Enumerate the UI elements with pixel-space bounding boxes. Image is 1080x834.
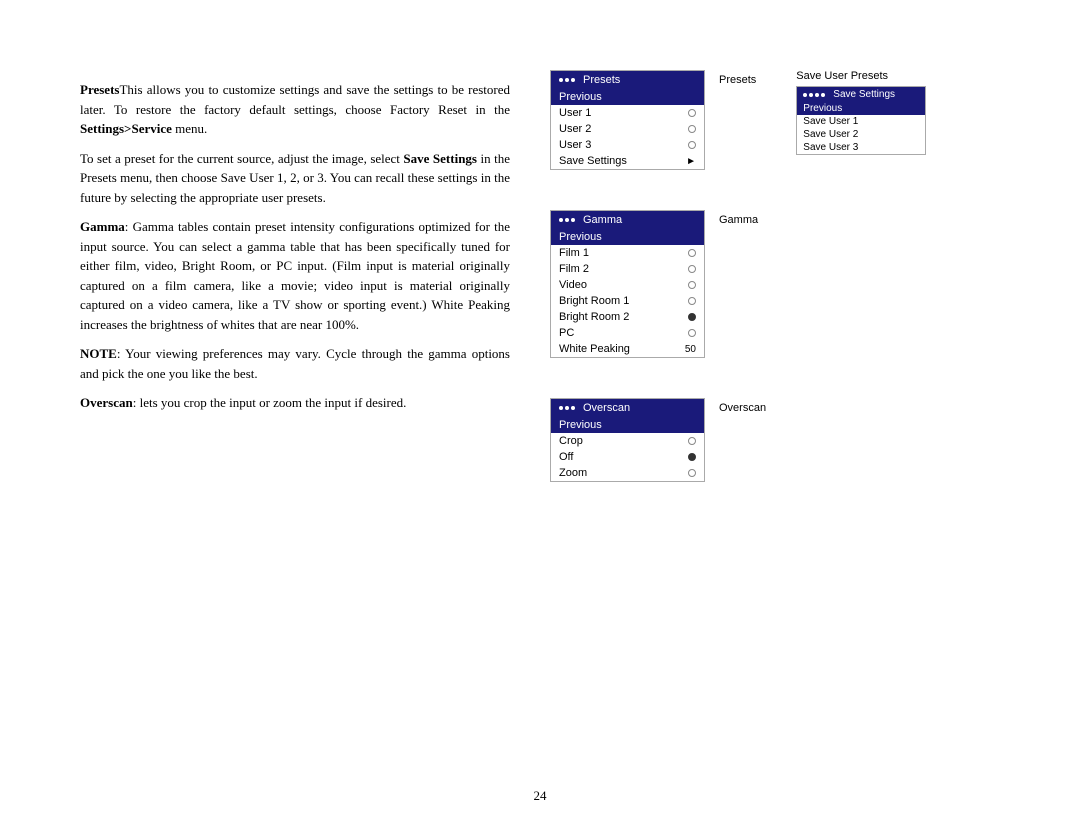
presets-save-settings[interactable]: Save Settings ► [551, 153, 704, 169]
gamma-label: Gamma [719, 214, 758, 226]
overscan-title: Overscan [583, 402, 630, 414]
overscan-zoom[interactable]: Zoom [551, 465, 704, 481]
gamma-bright1[interactable]: Bright Room 1 [551, 293, 704, 309]
presets-title-bar: Presets [551, 71, 704, 89]
overscan-heading: Overscan [80, 395, 133, 410]
presets-user1[interactable]: User 1 [551, 105, 704, 121]
presets-title: Presets [583, 74, 620, 86]
gamma-white-peaking[interactable]: White Peaking 50 [551, 341, 704, 357]
note-heading: NOTE [80, 346, 117, 361]
overscan-title-bar: Overscan [551, 399, 704, 417]
presets-heading: Presets [80, 82, 119, 97]
presets-dots [559, 78, 575, 82]
gamma-video-radio [688, 281, 696, 289]
overscan-section: Overscan Previous Crop Off Zoom [550, 398, 1020, 482]
page-number: 24 [534, 788, 547, 804]
overscan-off-radio [688, 453, 696, 461]
gamma-title: Gamma [583, 214, 622, 226]
gamma-title-bar: Gamma [551, 211, 704, 229]
gamma-previous[interactable]: Previous [551, 229, 704, 245]
save-previous[interactable]: Previous [797, 102, 925, 115]
overscan-dots [559, 406, 575, 410]
gamma-bright2-radio [688, 313, 696, 321]
save-settings-title: Save Settings [833, 89, 895, 100]
gamma-menu: Gamma Previous Film 1 Film 2 Video [550, 210, 705, 358]
save-presets-area: Save User Presets Save Settings Previous [796, 70, 926, 155]
gamma-bright2[interactable]: Bright Room 2 [551, 309, 704, 325]
save-user1[interactable]: Save User 1 [797, 115, 925, 128]
presets-menu: Presets Previous User 1 User 2 User 3 [550, 70, 705, 170]
presets-user2-radio [688, 125, 696, 133]
gamma-menu-box: Gamma Previous Film 1 Film 2 Video [550, 210, 705, 358]
text-column: PresetsThis allows you to customize sett… [80, 60, 510, 794]
gamma-pc[interactable]: PC [551, 325, 704, 341]
gamma-pc-radio [688, 329, 696, 337]
save-settings-arrow: ► [686, 156, 696, 167]
presets-user3[interactable]: User 3 [551, 137, 704, 153]
overscan-menu-box: Overscan Previous Crop Off Zoom [550, 398, 705, 482]
overscan-label: Overscan [719, 402, 766, 414]
presets-previous[interactable]: Previous [551, 89, 704, 105]
gamma-section: Gamma Previous Film 1 Film 2 Video [550, 210, 1020, 358]
presets-user3-radio [688, 141, 696, 149]
gamma-dots [559, 218, 575, 222]
settings-service-bold: Settings>Service [80, 121, 172, 136]
presets-menu-box: Presets Previous User 1 User 2 User 3 [550, 70, 705, 170]
white-peaking-value: 50 [685, 344, 696, 355]
gamma-bright1-radio [688, 297, 696, 305]
overscan-menu: Overscan Previous Crop Off Zoom [550, 398, 705, 482]
gamma-film1[interactable]: Film 1 [551, 245, 704, 261]
save-settings-submenu: Save Settings Previous Save User 1 Save … [796, 86, 926, 155]
gamma-film1-radio [688, 249, 696, 257]
save-dots [803, 93, 825, 97]
save-settings-bold: Save Settings [403, 151, 477, 166]
overscan-previous[interactable]: Previous [551, 417, 704, 433]
overscan-crop[interactable]: Crop [551, 433, 704, 449]
gamma-film2-radio [688, 265, 696, 273]
overscan-zoom-radio [688, 469, 696, 477]
gamma-film2[interactable]: Film 2 [551, 261, 704, 277]
save-user2[interactable]: Save User 2 [797, 128, 925, 141]
gamma-heading: Gamma [80, 219, 125, 234]
save-user3[interactable]: Save User 3 [797, 141, 925, 154]
presets-label: Presets [719, 74, 756, 86]
overscan-crop-radio [688, 437, 696, 445]
presets-paragraph: PresetsThis allows you to customize sett… [80, 80, 510, 413]
presets-section: Presets Previous User 1 User 2 User 3 [550, 70, 1020, 170]
menus-column: Presets Previous User 1 User 2 User 3 [550, 60, 1020, 794]
save-user-presets-label: Save User Presets [796, 70, 888, 82]
gamma-video[interactable]: Video [551, 277, 704, 293]
presets-user2[interactable]: User 2 [551, 121, 704, 137]
presets-user1-radio [688, 109, 696, 117]
save-settings-title-bar: Save Settings [797, 87, 925, 102]
overscan-off[interactable]: Off [551, 449, 704, 465]
